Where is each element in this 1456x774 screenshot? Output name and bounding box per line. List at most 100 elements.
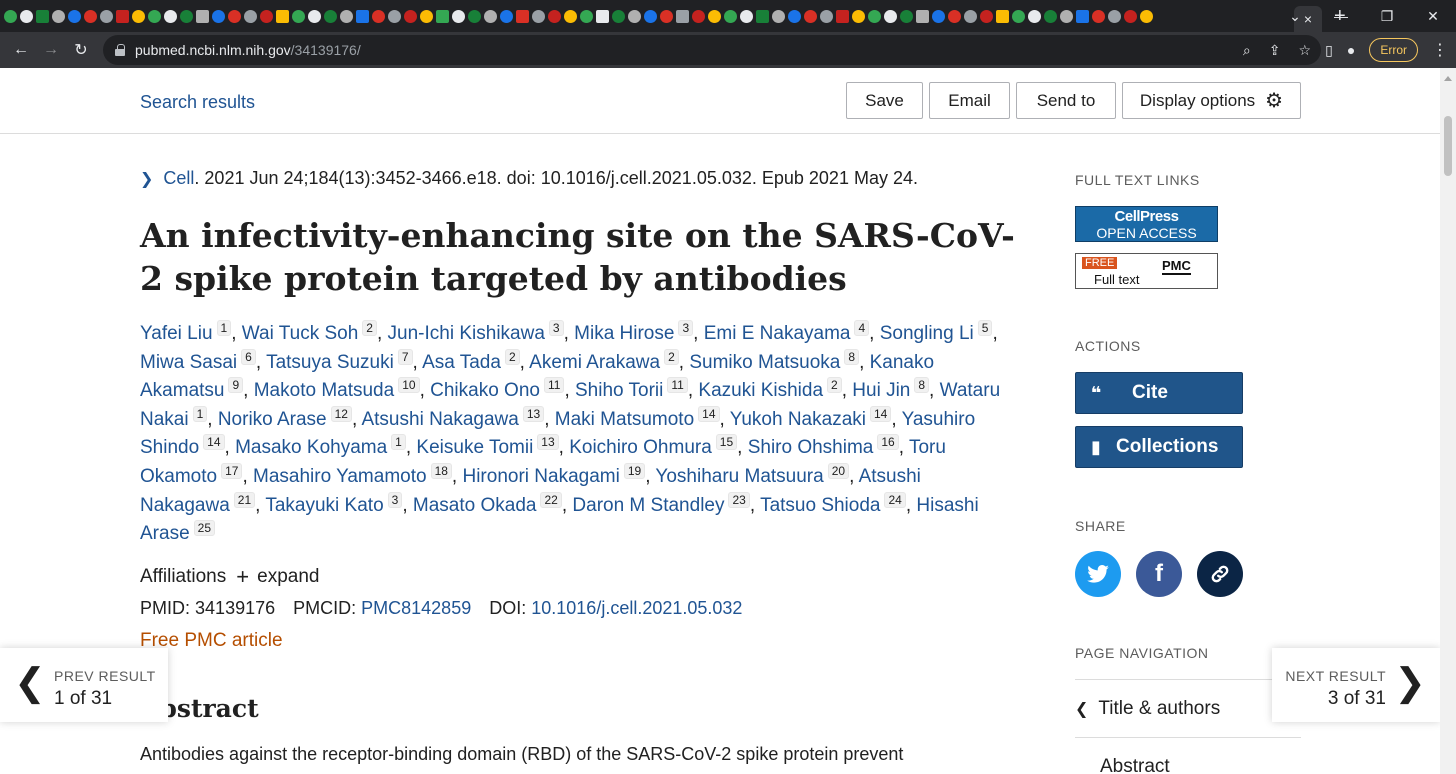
minimize-icon[interactable]: — [1318, 8, 1364, 24]
affiliation-number[interactable]: 6 [241, 348, 256, 365]
bookmark-star-icon[interactable]: ☆ [1298, 42, 1311, 59]
maximize-icon[interactable]: ❐ [1364, 8, 1410, 25]
affiliation-number[interactable]: 1 [192, 405, 208, 422]
affiliation-number[interactable]: 1 [216, 320, 232, 336]
reload-icon[interactable]: ↻ [66, 40, 96, 60]
author-link[interactable]: Yafei Liu [140, 323, 213, 344]
address-bar[interactable]: pubmed.ncbi.nlm.nih.gov/34139176/ ⌕ ⇪ ☆ [103, 35, 1321, 65]
author-link[interactable]: Takayuki Kato [265, 495, 383, 516]
next-result-button[interactable]: NEXT RESULT 3 of 31 ❯ [1272, 648, 1440, 722]
tab-favicon-icon[interactable] [68, 9, 81, 23]
tab-favicon-icon[interactable] [356, 9, 369, 23]
tab-favicon-icon[interactable] [788, 9, 801, 23]
author-link[interactable]: Akemi Arakawa [529, 352, 660, 373]
affiliation-number[interactable]: 14 [698, 405, 720, 422]
affiliation-number[interactable]: 8 [844, 348, 860, 365]
tab-favicon-icon[interactable] [260, 9, 273, 23]
affiliation-number[interactable]: 3 [678, 320, 694, 336]
back-icon[interactable]: ← [6, 41, 36, 59]
tab-favicon-icon[interactable] [708, 9, 721, 23]
profile-icon[interactable]: ● [1347, 42, 1355, 58]
forward-icon[interactable]: → [36, 41, 66, 59]
affiliation-number[interactable]: 17 [221, 462, 243, 479]
tab-favicon-icon[interactable] [84, 9, 97, 23]
tab-favicon-icon[interactable] [164, 9, 177, 23]
cellpress-open-access-link[interactable]: CellPress OPEN ACCESS [1075, 206, 1218, 242]
tab-favicon-icon[interactable] [1012, 9, 1025, 23]
tab-favicon-icon[interactable] [500, 9, 513, 23]
affiliation-number[interactable]: 14 [869, 405, 892, 422]
doi-link[interactable]: 10.1016/j.cell.2021.05.032 [531, 598, 742, 619]
tab-favicon-icon[interactable] [820, 9, 833, 23]
close-window-icon[interactable]: ✕ [1410, 8, 1456, 25]
tab-favicon-icon[interactable] [1124, 9, 1137, 23]
affiliation-number[interactable]: 8 [914, 377, 930, 394]
error-button[interactable]: Error [1369, 38, 1418, 62]
cite-button[interactable]: ❝ Cite [1075, 372, 1243, 414]
menu-kebab-icon[interactable]: ⋮ [1432, 40, 1448, 60]
email-button[interactable]: Email [929, 82, 1010, 119]
affiliation-number[interactable]: 2 [504, 348, 520, 365]
scrollbar-thumb[interactable] [1444, 116, 1452, 176]
tab-favicon-icon[interactable] [372, 9, 385, 23]
tab-favicon-icon[interactable] [292, 9, 305, 23]
author-link[interactable]: Atsushi Nakagawa [361, 409, 518, 430]
author-link[interactable]: Masahiro Yamamoto [253, 466, 427, 487]
tab-favicon-icon[interactable] [340, 9, 353, 23]
affiliation-number[interactable]: 13 [537, 434, 559, 451]
tab-favicon-icon[interactable] [772, 9, 785, 23]
tab-favicon-icon[interactable] [900, 9, 913, 23]
tab-favicon-icon[interactable] [724, 9, 737, 23]
tab-search-icon[interactable]: ⌄ [1272, 8, 1318, 25]
affiliation-number[interactable]: 23 [728, 491, 750, 508]
twitter-share-icon[interactable] [1075, 551, 1121, 597]
affiliation-number[interactable]: 13 [522, 405, 545, 422]
affiliation-number[interactable]: 4 [854, 320, 870, 336]
affiliation-number[interactable]: 15 [715, 434, 738, 451]
scroll-up-icon[interactable] [1444, 76, 1452, 81]
tab-favicon-icon[interactable] [1140, 9, 1153, 23]
tab-favicon-icon[interactable] [148, 9, 161, 23]
tab-favicon-icon[interactable] [1092, 9, 1105, 23]
author-link[interactable]: Tatsuya Suzuki [266, 352, 394, 373]
affiliation-number[interactable]: 14 [203, 434, 225, 451]
author-link[interactable]: Makoto Matsuda [254, 380, 394, 401]
tab-favicon-icon[interactable] [1076, 9, 1089, 23]
tab-favicon-icon[interactable] [388, 9, 401, 23]
tab-favicon-icon[interactable] [980, 9, 993, 23]
tab-favicon-icon[interactable] [964, 9, 977, 23]
page-nav-abstract[interactable]: Abstract [1100, 756, 1170, 774]
share-page-icon[interactable]: ⇪ [1269, 42, 1281, 59]
tab-favicon-icon[interactable] [36, 9, 49, 23]
author-link[interactable]: Hironori Nakagami [462, 466, 619, 487]
collections-button[interactable]: ▮ Collections [1075, 426, 1243, 468]
author-link[interactable]: Noriko Arase [218, 409, 327, 430]
affiliation-number[interactable]: 18 [430, 462, 452, 479]
zoom-icon[interactable]: ⌕ [1243, 42, 1251, 59]
author-link[interactable]: Yukoh Nakazaki [730, 409, 866, 430]
author-link[interactable]: Sumiko Matsuoka [689, 352, 840, 373]
tab-favicon-icon[interactable] [628, 9, 641, 23]
tab-favicon-icon[interactable] [484, 9, 497, 23]
affiliation-number[interactable]: 10 [398, 377, 420, 394]
tab-favicon-icon[interactable] [932, 9, 945, 23]
affiliation-number[interactable]: 16 [877, 434, 899, 451]
tab-favicon-icon[interactable] [404, 9, 417, 23]
affiliation-number[interactable]: 25 [193, 520, 215, 537]
affiliation-number[interactable]: 3 [548, 320, 564, 336]
save-button[interactable]: Save [846, 82, 923, 119]
send-to-button[interactable]: Send to [1016, 82, 1116, 119]
tab-favicon-icon[interactable] [180, 9, 193, 23]
author-link[interactable]: Yoshiharu Matsuura [655, 466, 823, 487]
lock-icon[interactable] [115, 44, 125, 56]
search-results-link[interactable]: Search results [140, 92, 255, 113]
tab-favicon-icon[interactable] [52, 9, 65, 23]
affiliation-number[interactable]: 1 [391, 434, 406, 451]
author-link[interactable]: Keisuke Tomii [416, 437, 533, 458]
prev-result-button[interactable]: ❮ PREV RESULT 1 of 31 [0, 648, 168, 722]
author-link[interactable]: Daron M Standley [572, 495, 724, 516]
tab-favicon-icon[interactable] [676, 9, 689, 23]
tab-favicon-icon[interactable] [1060, 9, 1073, 23]
side-panel-icon[interactable]: ▯ [1325, 42, 1333, 59]
tab-favicon-icon[interactable] [20, 9, 33, 23]
